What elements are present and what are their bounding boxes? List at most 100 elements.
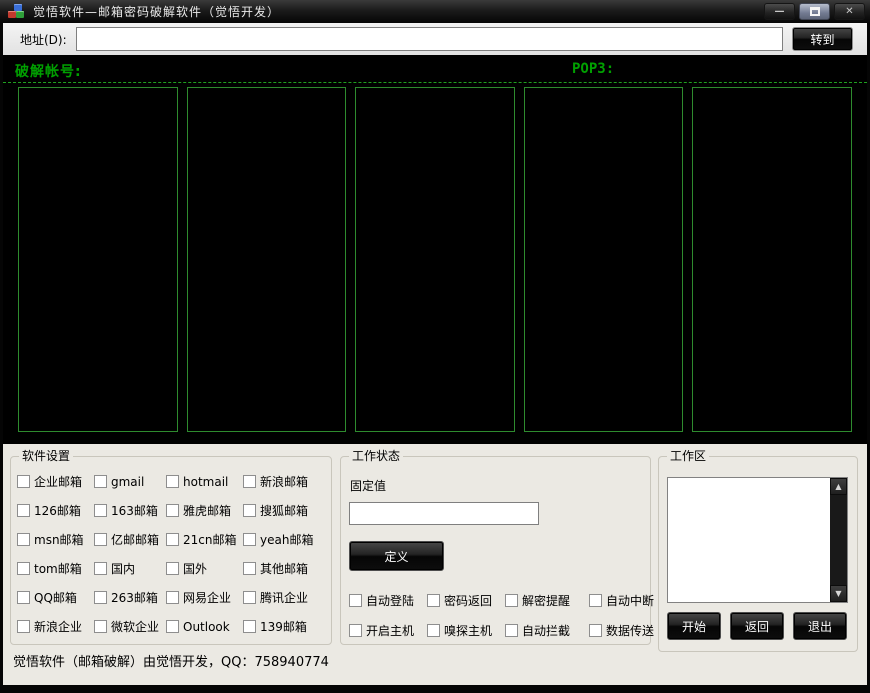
checkbox-label: 国外	[183, 560, 207, 577]
checkbox-option[interactable]: 新浪企业	[17, 618, 94, 635]
checkbox-box	[243, 562, 256, 575]
checkbox-box	[17, 591, 30, 604]
work-area-buttons: 开始 返回 退出	[667, 612, 847, 640]
checkbox-option[interactable]: Outlook	[166, 620, 243, 634]
capture-panel[interactable]	[187, 87, 347, 432]
software-settings-group: 软件设置 企业邮箱 gmail hotmail 新浪邮箱 126邮箱	[10, 456, 332, 645]
checkbox-option[interactable]: 腾讯企业	[243, 589, 327, 606]
checkbox-label: 密码返回	[444, 592, 492, 609]
fixed-value-label: 固定值	[350, 477, 386, 494]
capture-panel[interactable]	[355, 87, 515, 432]
maximize-icon	[810, 7, 820, 16]
close-button[interactable]: ✕	[834, 3, 865, 20]
checkbox-box	[349, 624, 362, 637]
checkbox-label: 新浪企业	[34, 618, 82, 635]
checkbox-option[interactable]: 自动拦截	[505, 622, 589, 639]
checkbox-option[interactable]: 密码返回	[427, 592, 505, 609]
checkbox-box	[349, 594, 362, 607]
fixed-value-input[interactable]	[349, 502, 539, 525]
exit-button[interactable]: 退出	[793, 612, 847, 640]
capture-panel[interactable]	[692, 87, 852, 432]
checkbox-option[interactable]: 数据传送	[589, 622, 654, 639]
scroll-down-button[interactable]: ▼	[830, 585, 847, 602]
capture-area: 破解帐号: POP3:	[3, 55, 867, 444]
checkbox-option[interactable]: 126邮箱	[17, 502, 94, 519]
checkbox-option[interactable]: 雅虎邮箱	[166, 502, 243, 519]
checkbox-option[interactable]: 163邮箱	[94, 502, 166, 519]
checkbox-option[interactable]: msn邮箱	[17, 531, 94, 548]
checkbox-box	[94, 475, 107, 488]
checkbox-option[interactable]: 解密提醒	[505, 592, 589, 609]
checkbox-box	[94, 533, 107, 546]
work-status-group: 工作状态 固定值 定义 自动登陆 密码返回 解密提醒 自动中断	[340, 456, 651, 645]
minimize-button[interactable]: —	[764, 3, 795, 20]
work-area-scrollbar[interactable]: ▲ ▼	[830, 478, 847, 602]
work-area-title: 工作区	[667, 449, 709, 463]
checkbox-label: 搜狐邮箱	[260, 502, 308, 519]
checkbox-box	[427, 594, 440, 607]
checkbox-box	[94, 504, 107, 517]
checkbox-box	[589, 624, 602, 637]
checkbox-label: 雅虎邮箱	[183, 502, 231, 519]
scroll-up-button[interactable]: ▲	[830, 478, 847, 495]
checkbox-option[interactable]: gmail	[94, 475, 166, 489]
checkbox-option[interactable]: 微软企业	[94, 618, 166, 635]
checkbox-option[interactable]: 新浪邮箱	[243, 473, 327, 490]
checkbox-option[interactable]: 其他邮箱	[243, 560, 327, 577]
checkbox-option[interactable]: 自动登陆	[349, 592, 427, 609]
app-window: 觉悟软件—邮箱密码破解软件（觉悟开发） — ✕ 地址(D): 转到 破解帐号: …	[0, 0, 870, 693]
checkbox-option[interactable]: 国内	[94, 560, 166, 577]
checkbox-option[interactable]: 263邮箱	[94, 589, 166, 606]
work-status-title: 工作状态	[349, 449, 403, 463]
close-icon: ✕	[845, 7, 853, 17]
checkbox-option[interactable]: 139邮箱	[243, 618, 327, 635]
address-bar: 地址(D): 转到	[3, 23, 867, 55]
checkbox-option[interactable]: QQ邮箱	[17, 589, 94, 606]
checkbox-option[interactable]: 搜狐邮箱	[243, 502, 327, 519]
checkbox-option[interactable]: 21cn邮箱	[166, 531, 243, 548]
checkbox-label: 新浪邮箱	[260, 473, 308, 490]
checkbox-option[interactable]: 开启主机	[349, 622, 427, 639]
checkbox-box	[243, 620, 256, 633]
checkbox-label: 企业邮箱	[34, 473, 82, 490]
checkbox-label: 数据传送	[606, 622, 654, 639]
window-title: 觉悟软件—邮箱密码破解软件（觉悟开发）	[33, 3, 280, 20]
checkbox-label: tom邮箱	[34, 560, 82, 577]
capture-panels	[3, 83, 867, 432]
start-button[interactable]: 开始	[667, 612, 721, 640]
checkbox-option[interactable]: 网易企业	[166, 589, 243, 606]
checkbox-option[interactable]: 自动中断	[589, 592, 654, 609]
work-area-group: 工作区 ▲ ▼ 开始 返回 退出	[658, 456, 858, 652]
checkbox-label: gmail	[111, 475, 144, 489]
checkbox-label: 亿邮邮箱	[111, 531, 159, 548]
checkbox-box	[243, 475, 256, 488]
checkbox-option[interactable]: 企业邮箱	[17, 473, 94, 490]
checkbox-label: 126邮箱	[34, 502, 81, 519]
checkbox-option[interactable]: 嗅探主机	[427, 622, 505, 639]
checkbox-box	[166, 620, 179, 633]
capture-panel[interactable]	[524, 87, 684, 432]
capture-panel[interactable]	[18, 87, 178, 432]
checkbox-option[interactable]: hotmail	[166, 475, 243, 489]
checkbox-box	[243, 533, 256, 546]
settings-area: 软件设置 企业邮箱 gmail hotmail 新浪邮箱 126邮箱	[3, 444, 867, 685]
maximize-button[interactable]	[799, 3, 830, 20]
checkbox-option[interactable]: yeah邮箱	[243, 531, 327, 548]
checkbox-box	[505, 594, 518, 607]
checkbox-option[interactable]: 亿邮邮箱	[94, 531, 166, 548]
address-input[interactable]	[76, 27, 783, 51]
work-area-listbox[interactable]: ▲ ▼	[667, 477, 848, 603]
go-button[interactable]: 转到	[792, 27, 853, 51]
checkbox-box	[17, 533, 30, 546]
checkbox-box	[166, 591, 179, 604]
checkbox-box	[17, 562, 30, 575]
app-icon	[8, 4, 25, 19]
scroll-up-icon: ▲	[835, 482, 841, 491]
checkbox-option[interactable]: tom邮箱	[17, 560, 94, 577]
checkbox-label: yeah邮箱	[260, 531, 313, 548]
define-button[interactable]: 定义	[349, 541, 444, 571]
address-label: 地址(D):	[20, 31, 67, 48]
back-button[interactable]: 返回	[730, 612, 784, 640]
checkbox-option[interactable]: 国外	[166, 560, 243, 577]
checkbox-label: 其他邮箱	[260, 560, 308, 577]
